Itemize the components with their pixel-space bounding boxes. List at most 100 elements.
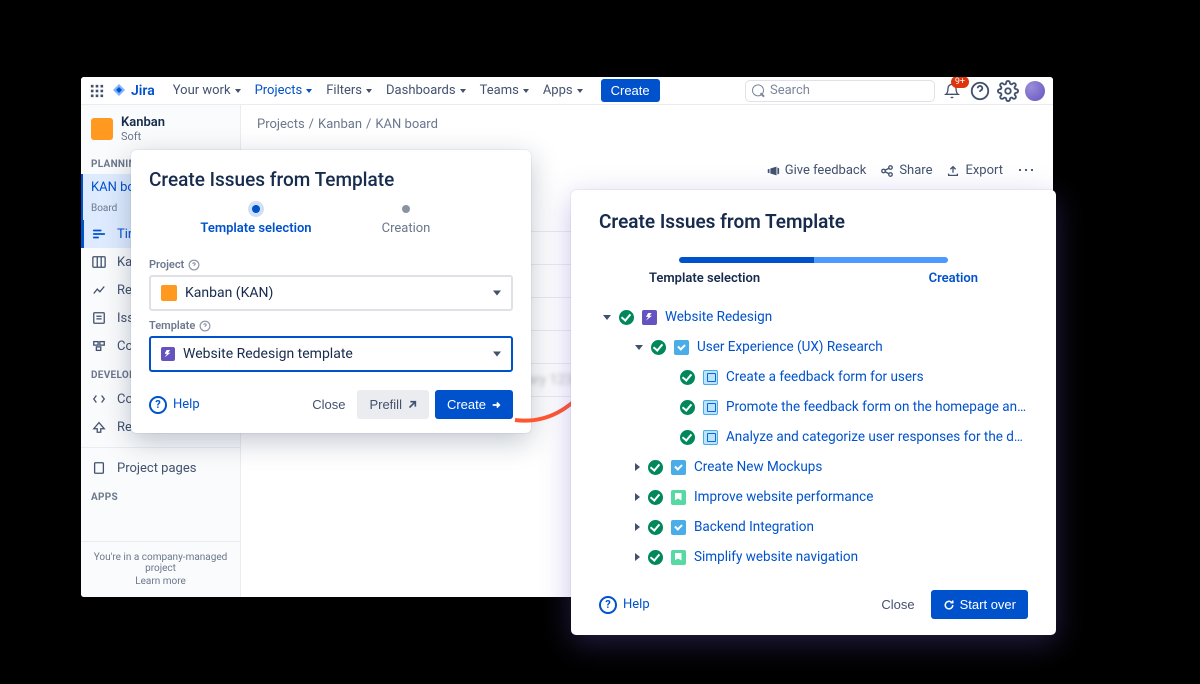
template-field-label: Template: [149, 319, 513, 332]
success-check-icon: [648, 460, 663, 475]
give-feedback[interactable]: Give feedback: [766, 163, 867, 178]
close-button[interactable]: Close: [869, 590, 926, 619]
success-check-icon: [651, 340, 666, 355]
tree-row[interactable]: Create a feedback form for users: [599, 362, 1028, 392]
project-avatar-icon: [161, 285, 177, 301]
chevron-down-icon: [366, 89, 372, 93]
subtask-icon: [703, 400, 718, 415]
refresh-icon: [943, 599, 955, 611]
subtask-icon: [703, 370, 718, 385]
export-icon: [946, 164, 960, 178]
caret-icon[interactable]: [635, 345, 643, 350]
task-icon: [674, 340, 689, 355]
tree-row[interactable]: Create New Mockups: [599, 452, 1028, 482]
step-creation[interactable]: Creation: [341, 205, 471, 236]
epic-icon: [161, 347, 175, 361]
breadcrumb-item[interactable]: Kanban: [318, 117, 362, 132]
dialog-title: Create Issues from Template: [599, 210, 1028, 233]
tree-row[interactable]: Analyze and categorize user responses fo…: [599, 422, 1028, 452]
nav-apps[interactable]: Apps: [537, 79, 589, 102]
success-check-icon: [648, 520, 663, 535]
nav-dashboards[interactable]: Dashboards: [380, 79, 472, 102]
top-navigation: Jira Your work Projects Filters Dashboar…: [81, 77, 1053, 105]
nav-projects[interactable]: Projects: [249, 79, 319, 102]
user-avatar[interactable]: [1025, 81, 1045, 101]
timeline-icon: [91, 226, 107, 242]
notifications-icon[interactable]: 9+: [941, 80, 963, 102]
tree-row[interactable]: Simplify website navigation: [599, 542, 1028, 572]
brand-text: Jira: [131, 83, 155, 99]
create-button[interactable]: Create: [435, 390, 513, 419]
chevron-down-icon: [577, 89, 583, 93]
breadcrumb-item[interactable]: KAN board: [375, 117, 438, 132]
search-input[interactable]: Search: [745, 80, 935, 102]
help-link[interactable]: ? Help: [149, 396, 200, 414]
create-from-template-dialog: Create Issues from Template Template sel…: [131, 150, 531, 433]
issues-icon: [91, 310, 107, 326]
close-button[interactable]: Close: [300, 390, 357, 419]
caret-icon[interactable]: [635, 463, 640, 471]
template-select[interactable]: Website Redesign template: [149, 336, 513, 372]
create-from-template-result-dialog: Create Issues from Template Template sel…: [571, 190, 1056, 635]
project-select[interactable]: Kanban (KAN): [149, 275, 513, 311]
caret-icon[interactable]: [635, 553, 640, 561]
dialog-footer: ? Help Close Prefill Create: [149, 390, 513, 419]
step-labels: Template selection Creation: [649, 271, 978, 286]
success-check-icon: [680, 430, 695, 445]
sidebar-project-header[interactable]: Kanban Soft: [81, 105, 240, 149]
nav-teams[interactable]: Teams: [474, 79, 535, 102]
jira-logo[interactable]: Jira: [111, 83, 155, 99]
app-switcher-icon[interactable]: [89, 83, 105, 99]
step-template-selection[interactable]: Template selection: [191, 205, 321, 236]
chevron-down-icon: [493, 352, 501, 357]
section-apps: APPS: [81, 482, 240, 507]
story-icon: [671, 550, 686, 565]
tree-item-link[interactable]: Create a feedback form for users: [726, 369, 924, 385]
sidebar-project-pages[interactable]: Project pages: [81, 454, 240, 482]
learn-more-link[interactable]: Learn more: [89, 576, 232, 587]
tree-row[interactable]: Improve website performance: [599, 482, 1028, 512]
more-actions[interactable]: ⋯: [1017, 160, 1037, 181]
success-check-icon: [619, 310, 634, 325]
releases-icon: [91, 419, 107, 435]
tree-item-link[interactable]: Promote the feedback form on the homepag…: [726, 399, 1028, 415]
task-icon: [671, 520, 686, 535]
tree-item-link[interactable]: Backend Integration: [694, 519, 814, 535]
tree-row[interactable]: Website Redesign: [599, 302, 1028, 332]
share[interactable]: Share: [880, 163, 932, 178]
board-icon: [91, 254, 107, 270]
sidebar-footer: You're in a company-managed project Lear…: [81, 541, 240, 597]
help-icon[interactable]: [969, 80, 991, 102]
tree-item-link[interactable]: User Experience (UX) Research: [697, 339, 883, 355]
tree-row[interactable]: Backend Integration: [599, 512, 1028, 542]
help-circle-icon: ?: [149, 396, 167, 414]
nav-filters[interactable]: Filters: [320, 79, 378, 102]
caret-icon[interactable]: [603, 315, 611, 320]
components-icon: [91, 338, 107, 354]
tree-row[interactable]: User Experience (UX) Research: [599, 332, 1028, 362]
tree-item-link[interactable]: Simplify website navigation: [694, 549, 858, 565]
tree-item-link[interactable]: Website Redesign: [665, 309, 772, 325]
tree-item-link[interactable]: Improve website performance: [694, 489, 873, 505]
breadcrumb-item[interactable]: Projects: [257, 117, 305, 132]
settings-icon[interactable]: [997, 80, 1019, 102]
tree-item-link[interactable]: Analyze and categorize user responses fo…: [726, 429, 1028, 445]
chevron-down-icon: [460, 89, 466, 93]
chevron-down-icon: [306, 89, 312, 93]
export[interactable]: Export: [946, 163, 1003, 178]
tree-row[interactable]: Promote the feedback form on the homepag…: [599, 392, 1028, 422]
prefill-button[interactable]: Prefill: [357, 390, 429, 419]
help-link[interactable]: ? Help: [599, 596, 650, 614]
tree-item-link[interactable]: Create New Mockups: [694, 459, 822, 475]
caret-icon[interactable]: [635, 493, 640, 501]
success-check-icon: [680, 400, 695, 415]
start-over-button[interactable]: Start over: [931, 590, 1028, 619]
code-icon: [91, 391, 107, 407]
caret-icon[interactable]: [635, 523, 640, 531]
nav-your-work[interactable]: Your work: [167, 79, 247, 102]
step-template-selection: Template selection: [649, 271, 760, 286]
success-check-icon: [680, 370, 695, 385]
success-check-icon: [648, 550, 663, 565]
notification-badge: 9+: [951, 77, 969, 88]
create-button[interactable]: Create: [601, 79, 660, 102]
